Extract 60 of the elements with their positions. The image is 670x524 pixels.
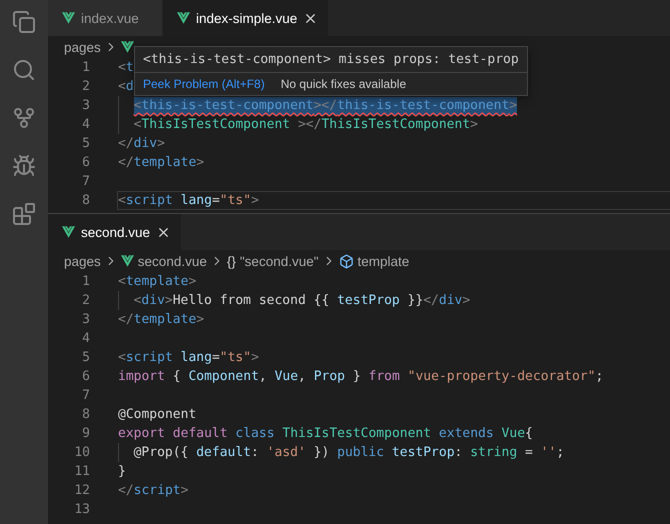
code-line: import { Component, Vue, Prop } from "vue-property-decorator"; [118, 368, 604, 386]
code-line: } [118, 462, 126, 480]
code-line: <script lang="ts"> [118, 192, 259, 210]
line-number: 9 [81, 425, 90, 443]
quick-fix-note: No quick fixes available [280, 77, 406, 91]
line-number: 4 [81, 116, 90, 134]
braces-icon: {} [226, 254, 236, 268]
line-number: 7 [81, 173, 90, 191]
breadcrumb-item[interactable]: pages [64, 40, 101, 54]
line-number: 10 [73, 444, 90, 462]
line-number: 8 [81, 406, 90, 424]
line-number: 1 [81, 59, 90, 77]
search-icon[interactable] [12, 58, 36, 82]
peek-problem-link[interactable]: Peek Problem (Alt+F8) [143, 77, 265, 91]
breadcrumb-item[interactable]: template [358, 254, 410, 268]
line-number: 5 [81, 349, 90, 367]
line-number: 5 [81, 135, 90, 153]
line-number: 13 [73, 501, 90, 519]
vue-file-icon [120, 41, 134, 53]
line-number: 4 [81, 330, 90, 348]
code-line: @Component [118, 406, 196, 424]
code-line: </template> [118, 154, 204, 172]
file-tab[interactable]: second.vue [48, 214, 182, 250]
code-line: <t [118, 58, 134, 76]
vue-file-icon [177, 12, 190, 24]
code-line: </div> [118, 134, 165, 152]
code-line: <ThisIsTestComponent ></ThisIsTestComponent> [134, 116, 478, 134]
line-number: 7 [81, 387, 90, 405]
vue-file-icon [62, 12, 75, 24]
cube-icon [338, 254, 354, 268]
breadcrumb-item[interactable]: pages [64, 254, 101, 268]
branch-icon[interactable] [12, 106, 36, 130]
line-number: 12 [73, 482, 90, 500]
breadcrumb-item[interactable]: "second.vue" [240, 254, 319, 268]
code-line: <div>Hello from second {{ testProp }}</div> [134, 292, 470, 310]
line-number: 1 [81, 273, 90, 291]
breadcrumb-item[interactable]: second.vue [138, 254, 207, 268]
problem-message: <this-is-test-component> misses props: test-prop [142, 51, 520, 69]
file-tab[interactable]: index-simple.vue [163, 0, 330, 36]
code-line: </script> [118, 482, 188, 500]
vue-file-icon [120, 255, 134, 267]
file-tab[interactable]: index.vue [48, 0, 163, 36]
code-line: <d [118, 78, 134, 96]
line-number: 8 [81, 192, 90, 210]
line-number: 2 [81, 292, 90, 310]
code-line: </template> [118, 310, 204, 328]
explorer-icon[interactable] [12, 10, 36, 34]
code-line: <template> [118, 272, 196, 290]
line-number: 3 [81, 311, 90, 329]
line-number: 11 [73, 463, 90, 481]
extensions-icon[interactable] [12, 202, 36, 226]
bug-icon[interactable] [12, 154, 36, 178]
line-number: 6 [81, 368, 90, 386]
line-number: 2 [81, 78, 90, 96]
code-line: export default class ThisIsTestComponent extends Vue{ [118, 424, 533, 442]
line-number: 6 [81, 154, 90, 172]
line-number: 3 [81, 97, 90, 115]
code-line: <script lang="ts"> [118, 348, 259, 366]
code-line: @Prop({ default: 'asd' }) public testProp: string = ''; [134, 444, 564, 462]
vue-file-icon [62, 226, 75, 238]
